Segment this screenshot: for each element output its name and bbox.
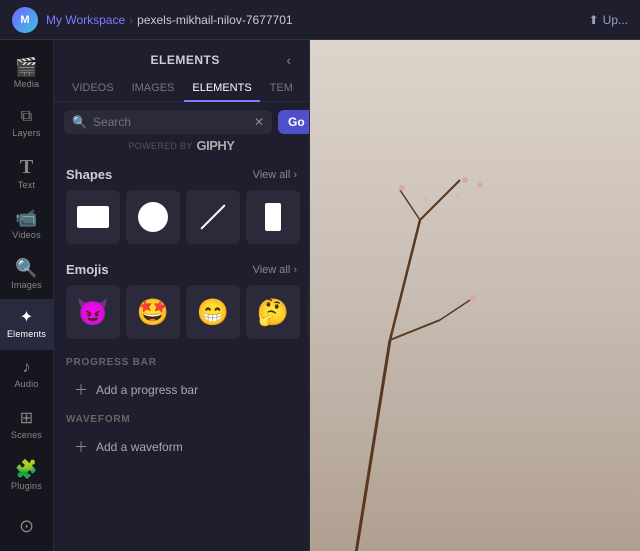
plus-icon-progress: ＋: [74, 380, 88, 400]
shapes-title: Shapes: [66, 167, 112, 182]
shapes-view-all[interactable]: View all ›: [253, 169, 297, 181]
plus-icon-waveform: ＋: [74, 437, 88, 457]
plugins-icon: 🧩: [15, 460, 37, 478]
sidebar-label-scenes: Scenes: [11, 430, 42, 440]
tab-tem[interactable]: TEM: [262, 76, 301, 102]
emojis-row: 😈 🤩 😁 🤔: [54, 281, 309, 351]
emoji-item-3[interactable]: 🤔: [246, 285, 300, 339]
emojis-view-all[interactable]: View all ›: [253, 264, 297, 276]
breadcrumb-sep: ›: [129, 13, 133, 27]
emoji-item-2[interactable]: 😁: [186, 285, 240, 339]
shape-rect: [77, 206, 109, 228]
sidebar-item-record[interactable]: ⊙: [0, 501, 54, 551]
images-icon: 🔍: [15, 259, 37, 277]
panel-title: ELEMENTS: [88, 53, 282, 67]
tab-elements[interactable]: ELEMENTS: [184, 76, 259, 102]
sidebar-label-text: Text: [18, 180, 35, 190]
sidebar-item-elements[interactable]: ✦ Elements: [0, 299, 54, 349]
tab-images[interactable]: IMAGES: [124, 76, 183, 102]
avatar: M: [12, 7, 38, 33]
topbar: M My Workspace › pexels-mikhail-nilov-76…: [0, 0, 640, 40]
upload-button[interactable]: ⬆ Up...: [589, 13, 628, 27]
elements-panel: ELEMENTS ‹ VIDEOS IMAGES ELEMENTS TEM 🔍 …: [54, 40, 310, 551]
shape-line-item[interactable]: [186, 190, 240, 244]
media-icon: 🎬: [15, 58, 37, 76]
add-progress-bar-label: Add a progress bar: [96, 383, 198, 397]
panel-header: ELEMENTS ‹: [54, 40, 309, 76]
left-sidebar: 🎬 Media ⧉ Layers T Text 📹 Videos 🔍 Image…: [0, 40, 54, 551]
add-waveform-label: Add a waveform: [96, 440, 183, 454]
search-go-button[interactable]: Go: [278, 110, 310, 134]
waveform-section-label: WAVEFORM: [54, 408, 309, 429]
search-input-wrap: 🔍 ✕: [64, 110, 272, 134]
emojis-section-header: Emojis View all ›: [54, 256, 309, 281]
sidebar-item-audio[interactable]: ♪ Audio: [0, 350, 54, 400]
sidebar-label-layers: Layers: [12, 128, 40, 138]
sidebar-label-audio: Audio: [14, 379, 38, 389]
sidebar-item-scenes[interactable]: ⊞ Scenes: [0, 400, 54, 450]
sidebar-label-media: Media: [14, 79, 40, 89]
sidebar-label-elements: Elements: [7, 329, 46, 339]
upload-icon: ⬆: [589, 13, 599, 27]
shape-line: [200, 204, 225, 229]
sidebar-label-images: Images: [11, 280, 42, 290]
videos-icon: 📹: [15, 209, 37, 227]
shape-rect-item[interactable]: [66, 190, 120, 244]
panel-tabs: VIDEOS IMAGES ELEMENTS TEM: [54, 76, 309, 102]
shape-small-rect-item[interactable]: [246, 190, 300, 244]
audio-icon: ♪: [23, 360, 31, 376]
emoji-item-4[interactable]: [306, 285, 309, 339]
sidebar-item-images[interactable]: 🔍 Images: [0, 249, 54, 299]
sidebar-label-plugins: Plugins: [11, 481, 42, 491]
canvas-preview: [310, 40, 640, 551]
canvas-area: [310, 40, 640, 551]
panel-collapse-button[interactable]: ‹: [282, 50, 295, 70]
text-icon: T: [20, 157, 33, 177]
search-icon: 🔍: [72, 115, 87, 129]
topbar-actions: ⬆ Up...: [589, 13, 628, 27]
progress-bar-section-label: PROGRESS BAR: [54, 351, 309, 372]
breadcrumb: My Workspace › pexels-mikhail-nilov-7677…: [46, 13, 293, 27]
layers-icon: ⧉: [21, 109, 32, 125]
emoji-item-1[interactable]: 🤩: [126, 285, 180, 339]
add-waveform-button[interactable]: ＋ Add a waveform: [62, 429, 301, 465]
search-clear-button[interactable]: ✕: [254, 115, 264, 129]
emoji-item-0[interactable]: 😈: [66, 285, 120, 339]
shape-small-rect: [265, 203, 281, 231]
main-layout: 🎬 Media ⧉ Layers T Text 📹 Videos 🔍 Image…: [0, 40, 640, 551]
record-icon: ⊙: [19, 517, 34, 535]
workspace-link[interactable]: My Workspace: [46, 13, 125, 27]
filename-label: pexels-mikhail-nilov-7677701: [137, 13, 292, 27]
sidebar-item-plugins[interactable]: 🧩 Plugins: [0, 450, 54, 500]
sidebar-item-media[interactable]: 🎬 Media: [0, 48, 54, 98]
tab-videos[interactable]: VIDEOS: [64, 76, 122, 102]
giphy-credit: POWERED BY GIPHY: [54, 138, 309, 153]
sidebar-item-text[interactable]: T Text: [0, 149, 54, 199]
shape-circle-item[interactable]: [126, 190, 180, 244]
shapes-row: [54, 186, 309, 256]
shape-circle: [138, 202, 168, 232]
giphy-powered-by: POWERED BY: [129, 141, 193, 151]
sidebar-label-videos: Videos: [12, 230, 41, 240]
emojis-title: Emojis: [66, 262, 109, 277]
elements-icon: ✦: [20, 310, 33, 326]
giphy-logo: GIPHY: [197, 138, 235, 153]
sidebar-item-layers[interactable]: ⧉ Layers: [0, 98, 54, 148]
panel-content: Shapes View all › Emojis: [54, 161, 309, 551]
upload-label: Up...: [603, 13, 628, 27]
add-progress-bar-button[interactable]: ＋ Add a progress bar: [62, 372, 301, 408]
sidebar-item-videos[interactable]: 📹 Videos: [0, 199, 54, 249]
search-bar: 🔍 ✕ Go: [64, 110, 299, 134]
shapes-section-header: Shapes View all ›: [54, 161, 309, 186]
scenes-icon: ⊞: [20, 411, 33, 427]
search-input[interactable]: [93, 115, 248, 129]
